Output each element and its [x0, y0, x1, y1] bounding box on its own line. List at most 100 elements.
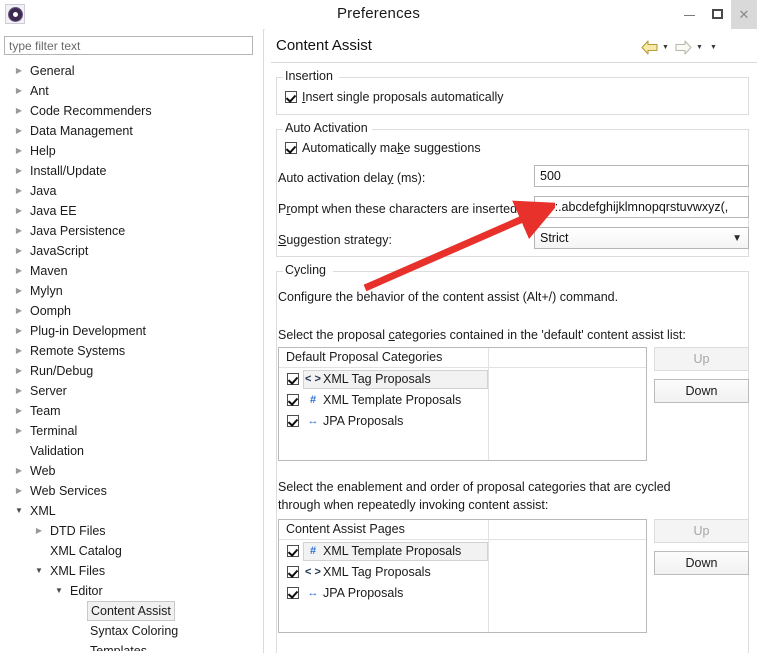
close-button[interactable]: ✕ [731, 0, 757, 29]
preferences-dialog: Preferences ✕ type filter text ▶ General ▶… [0, 0, 757, 653]
sidebar-item-label: General [30, 64, 75, 78]
sidebar-item-java[interactable]: ▶ Java [0, 181, 263, 201]
filter-input[interactable]: type filter text [4, 36, 253, 55]
sidebar-item-label: Templates [90, 644, 147, 651]
auto-suggestions-checkbox[interactable] [285, 142, 297, 154]
table-row[interactable]: < > XML Tag Proposals [279, 369, 646, 390]
twisty-collapsed-icon[interactable]: ▶ [12, 281, 26, 301]
sidebar-item-java-ee[interactable]: ▶ Java EE [0, 201, 263, 221]
twisty-collapsed-icon[interactable]: ▶ [12, 341, 26, 361]
prompt-characters-input[interactable]: <=:.abcdefghijklmnopqrstuvwxyz(, [534, 196, 749, 218]
twisty-collapsed-icon[interactable]: ▶ [32, 521, 46, 541]
auto-activation-group: Auto Activation Automatically make sugge… [276, 121, 749, 257]
maximize-button[interactable] [703, 0, 732, 29]
sidebar-item-oomph[interactable]: ▶ Oomph [0, 301, 263, 321]
sidebar-item-maven[interactable]: ▶ Maven [0, 261, 263, 281]
table-row[interactable]: # XML Template Proposals [279, 541, 646, 562]
table-row[interactable]: < > XML Tag Proposals [279, 562, 646, 583]
sidebar-item-syntax-coloring[interactable]: Syntax Coloring [0, 621, 263, 641]
sidebar-item-editor[interactable]: ▼ Editor [0, 581, 263, 601]
twisty-collapsed-icon[interactable]: ▶ [12, 461, 26, 481]
default-up-button[interactable]: Up [654, 347, 749, 371]
sidebar-item-label: Maven [30, 264, 68, 278]
sidebar-item-plug-in-development[interactable]: ▶ Plug-in Development [0, 321, 263, 341]
twisty-expanded-icon[interactable]: ▼ [52, 581, 66, 601]
twisty-collapsed-icon[interactable]: ▶ [12, 401, 26, 421]
preferences-tree[interactable]: ▶ General ▶ Ant ▶ Code Recommenders ▶ Data Mana… [0, 61, 263, 651]
cycle-up-button[interactable]: Up [654, 519, 749, 543]
row-checkbox[interactable] [287, 587, 299, 599]
twisty-expanded-icon[interactable]: ▼ [32, 561, 46, 581]
forward-history-chevron-down-icon[interactable]: ▼ [695, 43, 704, 53]
twisty-collapsed-icon[interactable]: ▶ [12, 321, 26, 341]
sidebar-item-ant[interactable]: ▶ Ant [0, 81, 263, 101]
twisty-collapsed-icon[interactable]: ▶ [12, 181, 26, 201]
sidebar-item-label: Java [30, 184, 57, 198]
view-menu-chevron-down-icon[interactable]: ▼ [709, 43, 718, 53]
content-assist-pages-table[interactable]: Content Assist Pages # XML Template Propo… [278, 519, 647, 633]
twisty-collapsed-icon[interactable]: ▶ [12, 221, 26, 241]
back-icon[interactable] [641, 40, 658, 55]
twisty-collapsed-icon[interactable]: ▶ [12, 481, 26, 501]
twisty-collapsed-icon[interactable]: ▶ [12, 201, 26, 221]
sidebar-item-label: Install/Update [30, 164, 107, 178]
forward-icon[interactable] [675, 40, 692, 55]
sidebar-item-java-persistence[interactable]: ▶ Java Persistence [0, 221, 263, 241]
minimize-button[interactable] [675, 0, 704, 29]
twisty-collapsed-icon[interactable]: ▶ [12, 161, 26, 181]
sidebar-item-web[interactable]: ▶ Web [0, 461, 263, 481]
sidebar-item-web-services[interactable]: ▶ Web Services [0, 481, 263, 501]
row-checkbox[interactable] [287, 545, 299, 557]
sidebar-item-install-update[interactable]: ▶ Install/Update [0, 161, 263, 181]
sidebar-item-general[interactable]: ▶ General [0, 61, 263, 81]
jpa-icon: ↔ [307, 587, 319, 599]
cycle-down-button[interactable]: Down [654, 551, 749, 575]
sidebar-item-xml-catalog[interactable]: XML Catalog [0, 541, 263, 561]
sidebar-item-templates[interactable]: Templates [0, 641, 263, 651]
twisty-collapsed-icon[interactable]: ▶ [12, 301, 26, 321]
twisty-collapsed-icon[interactable]: ▶ [12, 261, 26, 281]
sidebar-item-content-assist[interactable]: Content Assist [0, 601, 263, 621]
sidebar-item-mylyn[interactable]: ▶ Mylyn [0, 281, 263, 301]
xml-tag-icon: < > [305, 566, 321, 578]
default-down-button[interactable]: Down [654, 379, 749, 403]
sidebar-item-data-management[interactable]: ▶ Data Management [0, 121, 263, 141]
default-proposal-categories-table[interactable]: Default Proposal Categories < > XML Tag P… [278, 347, 647, 461]
sidebar-item-label: Code Recommenders [30, 104, 152, 118]
table-row[interactable]: ↔ JPA Proposals [279, 583, 646, 604]
twisty-collapsed-icon[interactable]: ▶ [12, 381, 26, 401]
cycle-categories-label-line1: Select the enablement and order of propo… [278, 480, 671, 494]
twisty-collapsed-icon[interactable]: ▶ [12, 241, 26, 261]
row-checkbox[interactable] [287, 373, 299, 385]
row-checkbox[interactable] [287, 394, 299, 406]
sidebar-item-code-recommenders[interactable]: ▶ Code Recommenders [0, 101, 263, 121]
suggestion-strategy-select[interactable]: Strict ▼ [534, 227, 749, 249]
twisty-collapsed-icon[interactable]: ▶ [12, 101, 26, 121]
table-row[interactable]: ↔ JPA Proposals [279, 411, 646, 432]
sidebar-item-run-debug[interactable]: ▶ Run/Debug [0, 361, 263, 381]
auto-activation-delay-input[interactable]: 500 [534, 165, 749, 187]
default-categories-label: Select the proposal categories contained… [278, 328, 686, 342]
insert-single-proposals-checkbox[interactable] [285, 91, 297, 103]
twisty-collapsed-icon[interactable]: ▶ [12, 421, 26, 441]
row-checkbox[interactable] [287, 566, 299, 578]
back-history-chevron-down-icon[interactable]: ▼ [661, 43, 670, 53]
twisty-expanded-icon[interactable]: ▼ [12, 501, 26, 521]
twisty-collapsed-icon[interactable]: ▶ [12, 121, 26, 141]
sidebar-item-server[interactable]: ▶ Server [0, 381, 263, 401]
sidebar-item-terminal[interactable]: ▶ Terminal [0, 421, 263, 441]
sidebar-item-help[interactable]: ▶ Help [0, 141, 263, 161]
table-row[interactable]: # XML Template Proposals [279, 390, 646, 411]
twisty-collapsed-icon[interactable]: ▶ [12, 61, 26, 81]
row-checkbox[interactable] [287, 415, 299, 427]
sidebar-item-javascript[interactable]: ▶ JavaScript [0, 241, 263, 261]
twisty-collapsed-icon[interactable]: ▶ [12, 141, 26, 161]
sidebar-item-xml[interactable]: ▼ XML [0, 501, 263, 521]
twisty-collapsed-icon[interactable]: ▶ [12, 81, 26, 101]
sidebar-item-xml-files[interactable]: ▼ XML Files [0, 561, 263, 581]
sidebar-item-team[interactable]: ▶ Team [0, 401, 263, 421]
sidebar-item-validation[interactable]: Validation [0, 441, 263, 461]
twisty-collapsed-icon[interactable]: ▶ [12, 361, 26, 381]
sidebar-item-dtd-files[interactable]: ▶ DTD Files [0, 521, 263, 541]
sidebar-item-remote-systems[interactable]: ▶ Remote Systems [0, 341, 263, 361]
